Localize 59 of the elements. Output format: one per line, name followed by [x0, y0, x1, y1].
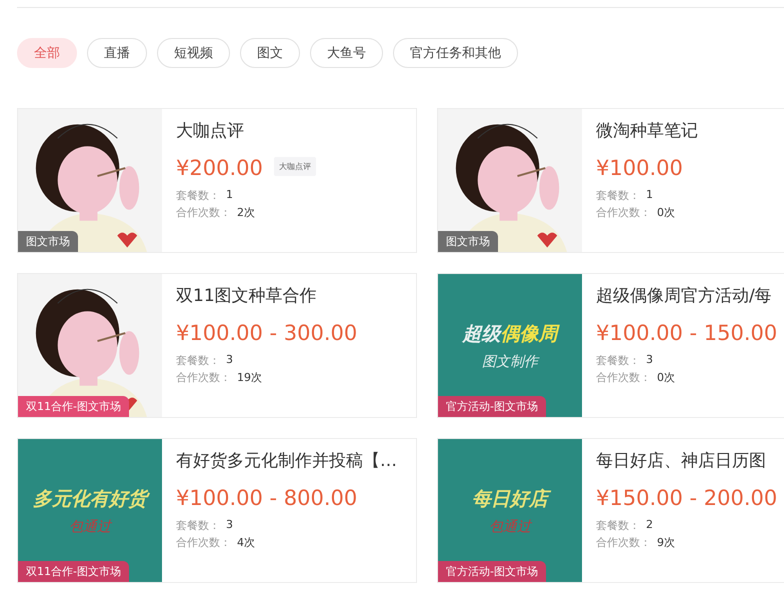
product-card[interactable]: 图文市场 大咖点评 ¥200.00 套餐数： 1 合作次数： 2次 大咖点评	[17, 108, 417, 253]
category-badge: 官方活动-图文市场	[438, 561, 546, 582]
package-count: 3	[646, 353, 653, 368]
product-card[interactable]: 每日好店 包通过 官方活动-图文市场 每日好店、神店日历图 ¥150.00 - 200.00 套餐数： 2 合作次数： 9次	[437, 438, 784, 583]
category-badge: 图文市场	[438, 231, 498, 252]
cooperation-label: 合作次数：	[596, 535, 651, 550]
card-title: 超级偶像周官方活动/每	[596, 285, 773, 307]
banner-text: 图文制作	[482, 354, 538, 370]
product-card[interactable]: 超级偶像周 图文制作 官方活动-图文市场 超级偶像周官方活动/每 ¥100.00 - 150.00 套餐数： 3 合作次数： 0次	[437, 273, 784, 418]
package-count: 1	[646, 188, 653, 203]
package-count: 1	[226, 188, 233, 203]
banner-text: 超级	[462, 322, 500, 344]
cooperation-label: 合作次数：	[176, 205, 231, 220]
filter-tab[interactable]: 大鱼号	[310, 38, 383, 68]
package-label: 套餐数：	[596, 353, 640, 368]
package-count: 3	[226, 353, 233, 368]
price: ¥100.00 - 300.00	[176, 321, 358, 345]
cooperation-count: 0次	[657, 370, 675, 385]
cooperation-label: 合作次数：	[596, 370, 651, 385]
cooperation-count: 19次	[237, 370, 262, 385]
package-label: 套餐数：	[176, 518, 220, 533]
cooperation-count: 0次	[657, 205, 675, 220]
cooperation-label: 合作次数：	[176, 535, 231, 550]
filter-tab[interactable]: 短视频	[157, 38, 230, 68]
price: ¥100.00	[596, 156, 684, 180]
card-title: 微淘种草笔记	[596, 120, 698, 142]
package-label: 套餐数：	[176, 188, 220, 203]
package-count: 2	[646, 518, 653, 533]
category-badge: 双11合作-图文市场	[18, 396, 129, 417]
filter-tab[interactable]: 图文	[240, 38, 300, 68]
package-label: 套餐数：	[176, 353, 220, 368]
cooperation-label: 合作次数：	[596, 205, 651, 220]
price: ¥150.00 - 200.00	[596, 486, 778, 510]
cooperation-count: 2次	[237, 205, 255, 220]
product-card[interactable]: 图文市场 微淘种草笔记 ¥100.00 套餐数： 1 合作次数： 0次	[437, 108, 784, 253]
card-title: 双11图文种草合作	[176, 285, 318, 307]
price: ¥100.00 - 150.00	[596, 321, 778, 345]
price: ¥100.00 - 800.00	[176, 486, 358, 510]
cooperation-label: 合作次数：	[176, 370, 231, 385]
cooperation-count: 9次	[657, 535, 675, 550]
banner-text: 包通过	[489, 518, 531, 534]
price: ¥200.00	[176, 156, 263, 180]
category-badge: 双11合作-图文市场	[18, 561, 129, 582]
package-count: 3	[226, 518, 233, 533]
cooperation-count: 4次	[237, 535, 255, 550]
banner-text: 包通过	[69, 518, 111, 534]
package-label: 套餐数：	[596, 188, 640, 203]
card-title: 每日好店、神店日历图	[596, 450, 767, 472]
tooltip: 大咖点评	[274, 157, 316, 176]
product-card[interactable]: 双11合作-图文市场 双11图文种草合作 ¥100.00 - 300.00 套餐数： 3 合作次数： 19次	[17, 273, 417, 418]
category-badge: 图文市场	[18, 231, 78, 252]
card-title: 有好货多元化制作并投稿【…	[176, 450, 397, 472]
banner-text: 偶像周	[500, 322, 558, 344]
category-badge: 官方活动-图文市场	[438, 396, 546, 417]
product-card[interactable]: 多元化有好货 包通过 双11合作-图文市场 有好货多元化制作并投稿【… ¥100.00 - 800.00 套餐数： 3 合作次数： 4次	[17, 438, 417, 583]
card-title: 大咖点评	[176, 120, 245, 142]
package-label: 套餐数：	[596, 518, 640, 533]
filter-tab[interactable]: 官方任务和其他	[393, 38, 518, 68]
filter-tab[interactable]: 直播	[87, 38, 147, 68]
